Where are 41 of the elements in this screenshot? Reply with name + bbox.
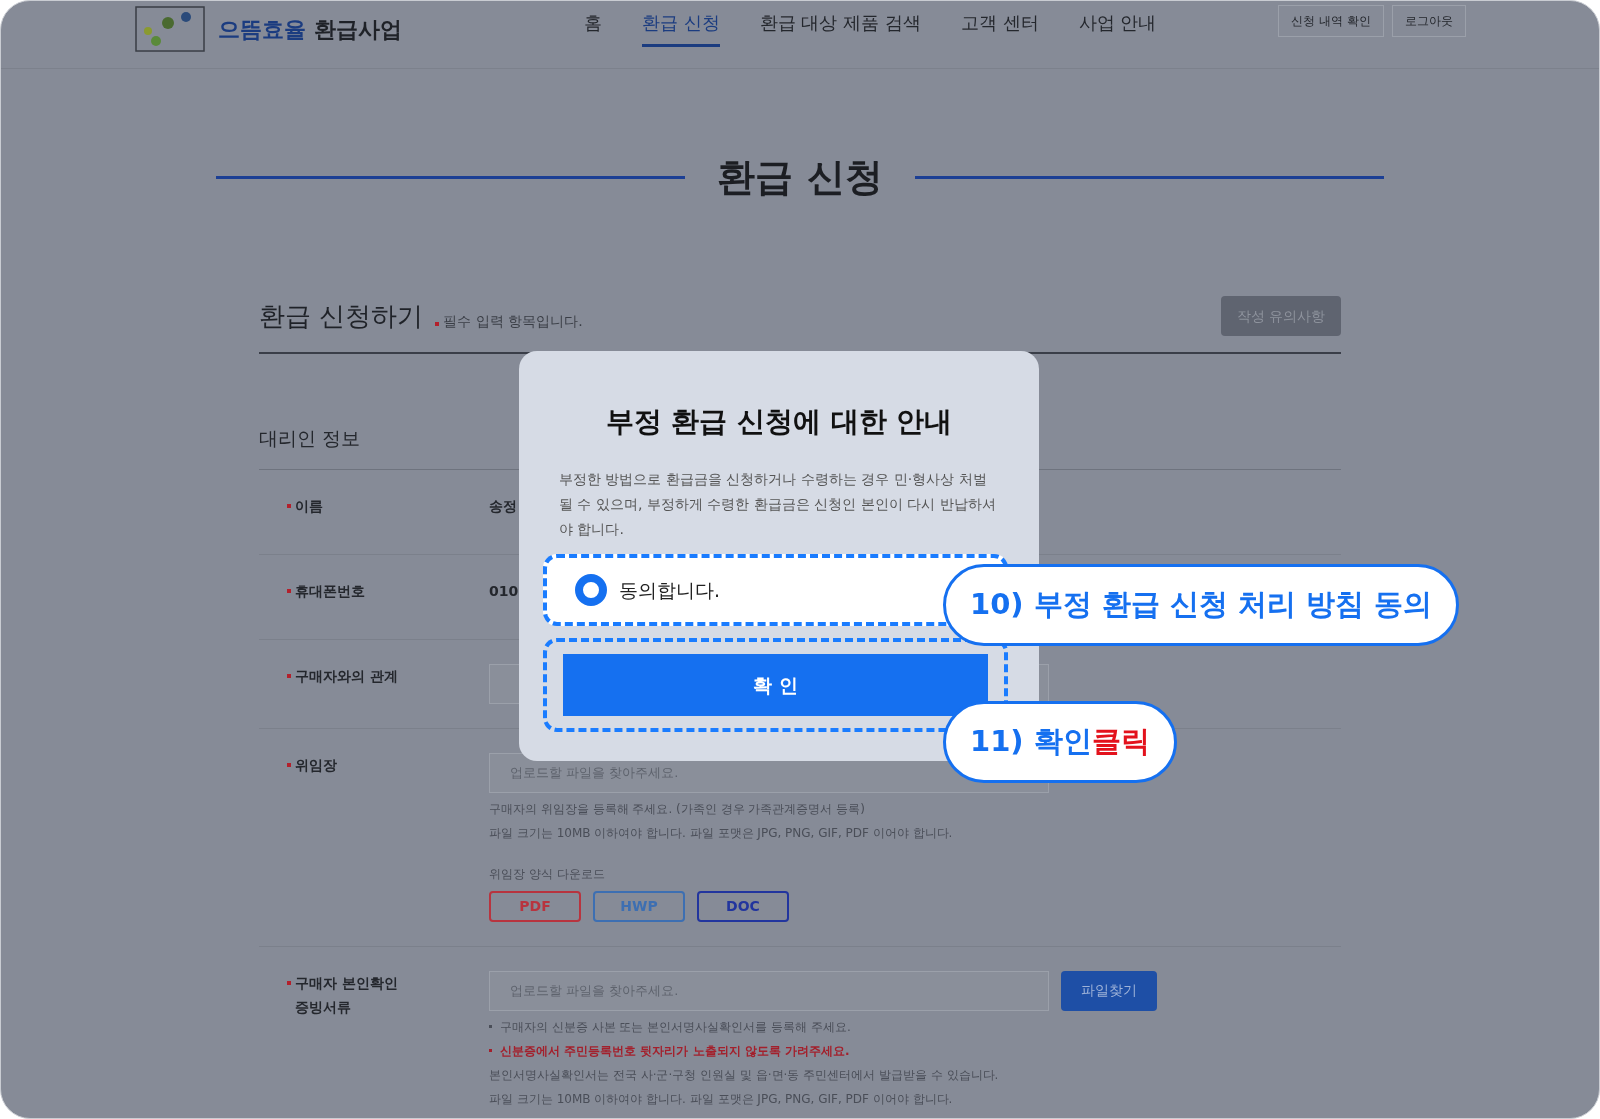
step-callout: 10) 부정 환급 신청 처리 방침 동의 [943, 564, 1460, 646]
form-title: 환급 신청하기 [259, 300, 424, 333]
nav-tab[interactable]: 홈 [584, 9, 602, 47]
nav-tab[interactable]: 환급 대상 제품 검색 [759, 9, 921, 47]
help-text: 파일 크기는 10MB 이하여야 합니다. 파일 포맷은 JPG, PNG, GIF, PDF 이어야 합니다. [489, 824, 954, 841]
bullet-icon [489, 1025, 492, 1028]
required-note: 필수 입력 항목입니다. [443, 312, 583, 331]
logo-text: 으뜸효율 환급사업 [218, 15, 402, 44]
required-mark-icon [287, 980, 291, 985]
field-label: 휴대폰번호 [295, 581, 366, 601]
bullet-icon [489, 1049, 492, 1052]
required-mark-icon [435, 322, 440, 326]
download-label: 위임장 양식 다운로드 [489, 865, 606, 883]
dialog-message: 부정한 방법으로 환급금을 신청하거나 수령하는 경우 민·형사상 처벌될 수 있으며, 부정하게 수령한 환급금은 신청인 본인이 다시 반납하셔야 합니다. [559, 470, 997, 539]
radio-button[interactable] [575, 574, 607, 606]
warning-text: 신분증에서 주민등록번호 뒷자리가 노출되지 않도록 가려주세요. [500, 1042, 850, 1059]
page-title: 환급 신청 [717, 154, 883, 201]
field-label: 구매자와의 관계 [295, 666, 399, 686]
field-value: 010 [489, 581, 519, 601]
help-text: 구매자의 신분증 사본 또는 본인서명사실확인서를 등록해 주세요. [500, 1018, 851, 1035]
help-text: 파일 크기는 10MB 이하여야 합니다. 파일 포맷은 JPG, PNG, GIF, PDF 이어야 합니다. [489, 1090, 953, 1107]
required-mark-icon [287, 588, 291, 593]
required-mark-icon [287, 503, 291, 508]
field-value: 송정 [489, 496, 517, 516]
required-mark-icon [287, 673, 291, 678]
download-format-button[interactable]: DOC [697, 890, 789, 922]
nav-tab[interactable]: 환급 신청 [642, 9, 720, 47]
confirm-button[interactable]: 확 인 [563, 654, 988, 716]
agree-label: 동의합니다. [619, 577, 721, 603]
required-mark-icon [287, 762, 291, 767]
find-file-button[interactable]: 파일찾기 [1061, 970, 1157, 1011]
field-label: 이름 [295, 496, 324, 516]
field-label: 구매자 본인확인 증빙서류 [295, 973, 399, 1017]
header-button[interactable]: 신청 내역 확인 [1278, 5, 1384, 37]
header-button[interactable]: 로그아웃 [1392, 5, 1466, 37]
step-callout: 11) 확인클릭 [943, 701, 1177, 783]
nav-tab[interactable]: 사업 안내 [1078, 9, 1157, 47]
help-text: 구매자의 위임장을 등록해 주세요. (가족인 경우 가족관계증명서 등록) [489, 800, 866, 817]
nav-tab[interactable]: 고객 센터 [960, 9, 1039, 47]
logo-icon [134, 5, 206, 53]
field-label: 위임장 [295, 755, 338, 775]
